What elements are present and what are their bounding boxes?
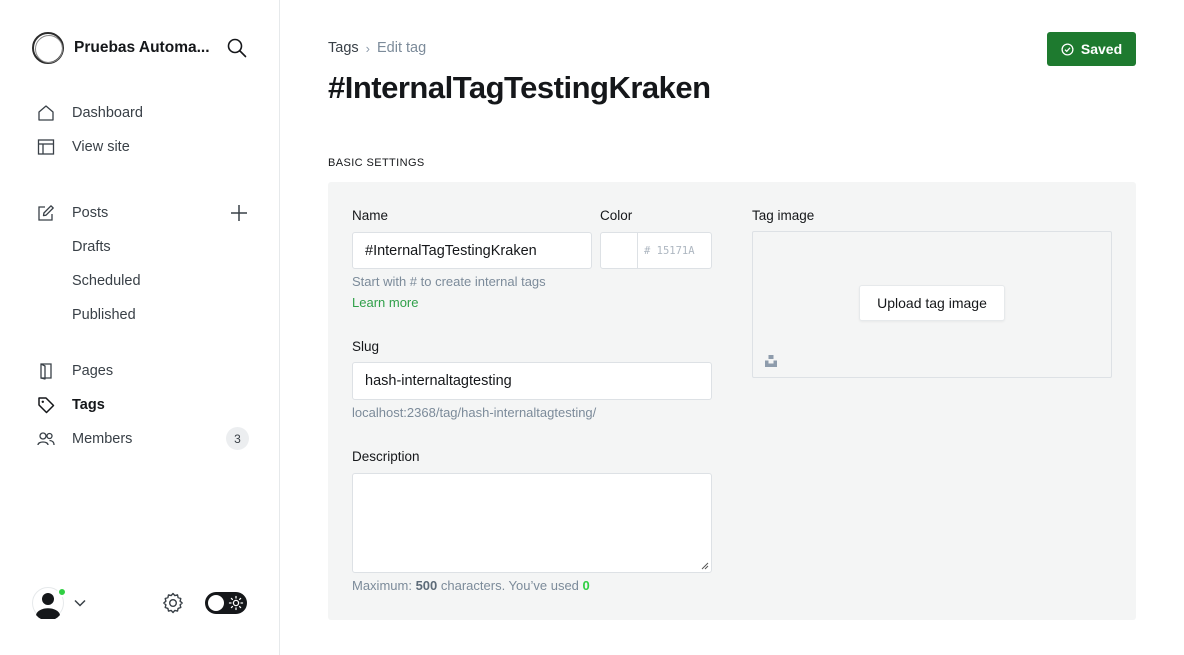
slug-url: localhost:2368/tag/hash-internaltagtesti… — [352, 405, 597, 420]
nav-view-site[interactable]: View site — [36, 133, 130, 161]
name-label: Name — [352, 208, 389, 223]
nav-members[interactable]: Members — [36, 425, 132, 453]
nav-pages[interactable]: Pages — [36, 357, 113, 385]
tag-image-label: Tag image — [752, 208, 815, 223]
breadcrumb: Tags › Edit tag — [328, 40, 426, 56]
nav-scheduled[interactable]: Scheduled — [72, 267, 141, 295]
name-hint: Start with # to create internal tags — [352, 274, 546, 289]
breadcrumb-separator: › — [365, 40, 370, 56]
save-button-label: Saved — [1080, 41, 1123, 57]
char-used: 0 — [582, 578, 590, 593]
unsplash-icon[interactable] — [764, 354, 778, 368]
nav-published[interactable]: Published — [72, 301, 136, 329]
breadcrumb-tags-link[interactable]: Tags — [328, 40, 359, 56]
nav-members-label: Members — [72, 431, 133, 447]
breadcrumb-current: Edit tag — [376, 40, 427, 56]
char-prefix: Maximum: — [352, 578, 416, 593]
description-textarea[interactable] — [352, 473, 712, 573]
char-max: 500 — [415, 578, 438, 593]
nav-dashboard[interactable]: Dashboard — [36, 99, 143, 127]
new-post-plus-icon[interactable] — [228, 202, 250, 224]
name-input[interactable]: #InternalTagTestingKraken — [352, 232, 592, 269]
learn-more-link[interactable]: Learn more — [352, 295, 418, 310]
slug-input[interactable]: hash-internaltagtesting — [352, 362, 712, 400]
pages-icon — [36, 361, 56, 381]
save-button[interactable]: Saved — [1047, 32, 1136, 66]
nav-posts[interactable]: Posts — [36, 199, 108, 227]
home-icon — [36, 103, 56, 123]
nav-drafts[interactable]: Drafts — [72, 233, 111, 261]
upload-tag-image-button[interactable]: Upload tag image — [859, 285, 1005, 321]
sidebar: Pruebas Automa... Dashboard View site Po… — [0, 0, 280, 655]
color-label: Color — [600, 208, 633, 223]
site-logo-icon — [32, 32, 64, 64]
members-count-badge: 3 — [226, 427, 249, 450]
character-count: Maximum: 500 characters. You’ve used 0 — [352, 578, 590, 593]
nav-scheduled-label: Scheduled — [72, 273, 141, 289]
nav-drafts-label: Drafts — [72, 239, 111, 255]
nav-posts-label: Posts — [72, 205, 109, 221]
layout-icon — [36, 137, 56, 157]
nav-tags[interactable]: Tags — [36, 391, 105, 419]
edit-icon — [36, 203, 56, 223]
sun-icon — [228, 595, 244, 611]
char-middle: characters. You’ve used — [437, 578, 583, 593]
chevron-down-icon[interactable] — [73, 596, 87, 610]
online-status-dot — [57, 587, 67, 597]
nav-tags-label: Tags — [72, 397, 105, 413]
theme-toggle[interactable] — [205, 592, 247, 614]
gear-icon[interactable] — [161, 591, 185, 615]
color-hex-input[interactable]: # 15171A — [637, 232, 712, 269]
tag-icon — [36, 395, 56, 415]
section-heading: BASIC SETTINGS — [328, 157, 425, 169]
resize-grip-icon[interactable] — [701, 562, 709, 570]
nav-published-label: Published — [72, 307, 136, 323]
nav-dashboard-label: Dashboard — [72, 105, 143, 121]
check-circle-icon — [1061, 42, 1074, 56]
site-brand[interactable]: Pruebas Automa... — [32, 32, 214, 64]
color-swatch[interactable] — [600, 232, 638, 269]
members-icon — [36, 429, 56, 449]
nav-pages-label: Pages — [72, 363, 114, 379]
search-icon[interactable] — [226, 37, 248, 59]
slug-label: Slug — [352, 339, 380, 354]
site-name: Pruebas Automa... — [74, 39, 210, 56]
page-title: #InternalTagTestingKraken — [328, 70, 711, 105]
description-label: Description — [352, 449, 420, 464]
nav-view-site-label: View site — [72, 139, 130, 155]
toggle-knob — [208, 595, 224, 611]
